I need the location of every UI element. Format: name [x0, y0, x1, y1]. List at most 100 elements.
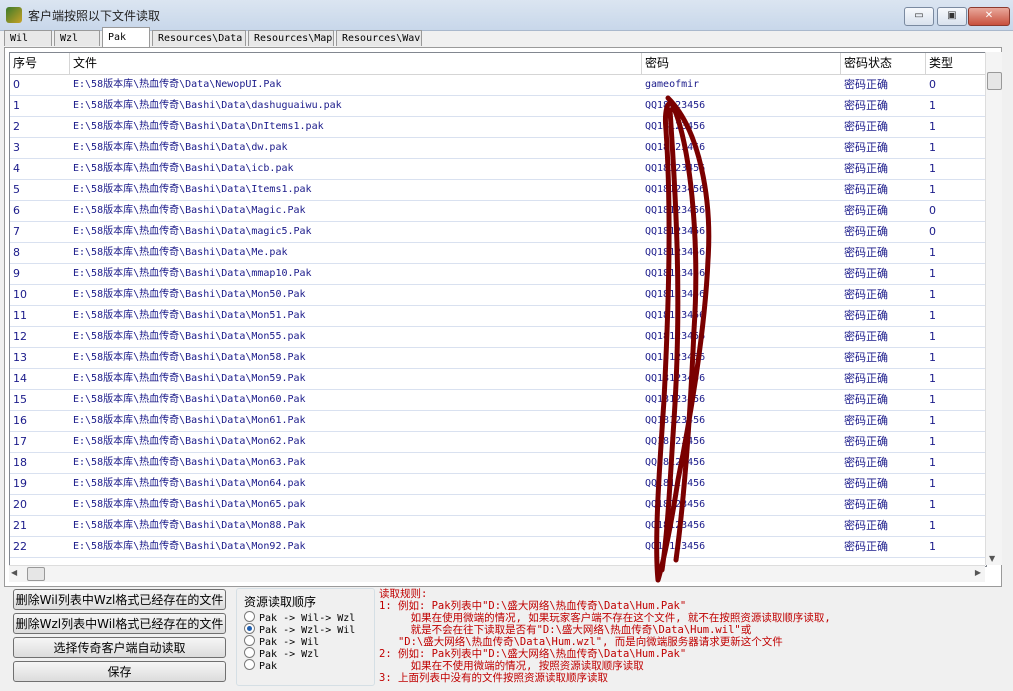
radio-pak-wzl-wil[interactable]: Pak -> Wzl-> Wil: [244, 623, 355, 636]
cell-file: E:\58版本库\热血传奇\Bashi\Data\Mon50.Pak: [73, 289, 306, 300]
scroll-left-arrow-icon[interactable]: ◀: [11, 568, 17, 577]
table-row[interactable]: 4 E:\58版本库\热血传奇\Bashi\Data\icb.pak QQ18123…: [10, 159, 986, 180]
cell-type: 1: [929, 540, 936, 553]
table-row[interactable]: 12 E:\58版本库\热血传奇\Bashi\Data\Mon55.pak QQ18…: [10, 327, 986, 348]
cell-index: 19: [13, 477, 27, 490]
radio-icon[interactable]: [244, 659, 255, 670]
cell-index: 16: [13, 414, 27, 427]
table-row[interactable]: 21 E:\58版本库\热血传奇\Bashi\Data\Mon88.Pak QQ18…: [10, 516, 986, 537]
table-row[interactable]: 6 E:\58版本库\热血传奇\Bashi\Data\Magic.Pak QQ181…: [10, 201, 986, 222]
table-row[interactable]: 0 E:\58版本库\热血传奇\Data\NewopUI.Pak gameofmir…: [10, 75, 986, 96]
cell-password-status: 密码正确: [844, 204, 888, 217]
table-row[interactable]: 7 E:\58版本库\热血传奇\Bashi\Data\magic5.Pak QQ18…: [10, 222, 986, 243]
tab-wil[interactable]: Wil: [4, 30, 52, 46]
minimize-button[interactable]: ▭: [904, 7, 934, 26]
column-header-password-status[interactable]: 密码状态: [841, 53, 926, 74]
horizontal-scroll-thumb[interactable]: [27, 567, 45, 581]
close-button[interactable]: ✕: [968, 7, 1010, 26]
table-row[interactable]: 11 E:\58版本库\热血传奇\Bashi\Data\Mon51.Pak QQ18…: [10, 306, 986, 327]
save-button[interactable]: 保存: [13, 661, 226, 682]
cell-password: QQ18123456: [645, 226, 706, 237]
column-header-index[interactable]: 序号: [10, 53, 70, 74]
table-row[interactable]: 15 E:\58版本库\热血传奇\Bashi\Data\Mon60.Pak QQ18…: [10, 390, 986, 411]
cell-password-status: 密码正确: [844, 393, 888, 406]
cell-index: 14: [13, 372, 27, 385]
cell-file: E:\58版本库\热血传奇\Bashi\Data\Mon55.pak: [73, 331, 306, 342]
cell-password-status: 密码正确: [844, 498, 888, 511]
table-row[interactable]: 14 E:\58版本库\热血传奇\Bashi\Data\Mon59.Pak QQ18…: [10, 369, 986, 390]
cell-password-status: 密码正确: [844, 456, 888, 469]
table-row[interactable]: 18 E:\58版本库\热血传奇\Bashi\Data\Mon63.Pak QQ18…: [10, 453, 986, 474]
delete-wil-button[interactable]: 删除Wil列表中Wzl格式已经存在的文件: [13, 589, 226, 610]
cell-password-status: 密码正确: [844, 120, 888, 133]
cell-file: E:\58版本库\热血传奇\Bashi\Data\dw.pak: [73, 142, 288, 153]
cell-index: 8: [13, 246, 20, 259]
cell-password-status: 密码正确: [844, 288, 888, 301]
maximize-button[interactable]: ▣: [937, 7, 967, 26]
tab-resources-wav[interactable]: Resources\Wav: [336, 30, 422, 46]
delete-wzl-button[interactable]: 删除Wzl列表中Wil格式已经存在的文件: [13, 613, 226, 634]
cell-file: E:\58版本库\热血传奇\Bashi\Data\Mon58.Pak: [73, 352, 306, 363]
table-row[interactable]: 16 E:\58版本库\热血传奇\Bashi\Data\Mon61.Pak QQ18…: [10, 411, 986, 432]
rules-line: 读取规则:: [379, 588, 428, 600]
cell-password: QQ18123456: [645, 541, 706, 552]
column-header-password[interactable]: 密码: [642, 53, 841, 74]
table-row[interactable]: 1 E:\58版本库\热血传奇\Bashi\Data\dashuguaiwu.pa…: [10, 96, 986, 117]
cell-file: E:\58版本库\热血传奇\Bashi\Data\Mon62.Pak: [73, 436, 306, 447]
cell-password: QQ18123456: [645, 520, 706, 531]
table-row[interactable]: 2 E:\58版本库\热血传奇\Bashi\Data\DnItems1.pak QQ…: [10, 117, 986, 138]
table-row[interactable]: 8 E:\58版本库\热血传奇\Bashi\Data\Me.pak QQ181234…: [10, 243, 986, 264]
cell-password-status: 密码正确: [844, 309, 888, 322]
table-row[interactable]: 19 E:\58版本库\热血传奇\Bashi\Data\Mon64.pak QQ18…: [10, 474, 986, 495]
tab-resources-data[interactable]: Resources\Data: [152, 30, 246, 46]
cell-password-status: 密码正确: [844, 246, 888, 259]
cell-type: 1: [929, 414, 936, 427]
cell-file: E:\58版本库\热血传奇\Bashi\Data\Magic.Pak: [73, 205, 306, 216]
column-header-type[interactable]: 类型: [926, 53, 986, 74]
scroll-down-arrow-icon[interactable]: ▼: [989, 554, 995, 563]
vertical-scroll-thumb[interactable]: [987, 72, 1002, 90]
rules-line: 2: 例如: Pak列表中"D:\盛大网络\热血传奇\Data\Hum.Pak": [379, 648, 687, 660]
scroll-right-arrow-icon[interactable]: ▶: [975, 568, 981, 577]
radio-icon[interactable]: [244, 647, 255, 658]
horizontal-scrollbar[interactable]: ◀ ▶: [9, 565, 985, 582]
cell-index: 6: [13, 204, 20, 217]
table-row[interactable]: 13 E:\58版本库\热血传奇\Bashi\Data\Mon58.Pak QQ18…: [10, 348, 986, 369]
cell-password-status: 密码正确: [844, 330, 888, 343]
radio-pak-wzl[interactable]: Pak -> Wzl: [244, 647, 319, 660]
table-row[interactable]: 22 E:\58版本库\热血传奇\Bashi\Data\Mon92.Pak QQ18…: [10, 537, 986, 558]
radio-pak-wil-wzl[interactable]: Pak -> Wil-> Wzl: [244, 611, 355, 624]
cell-type: 1: [929, 477, 936, 490]
cell-type: 1: [929, 519, 936, 532]
radio-icon[interactable]: [244, 611, 255, 622]
table-row[interactable]: 10 E:\58版本库\热血传奇\Bashi\Data\Mon50.Pak QQ18…: [10, 285, 986, 306]
cell-password: QQ18123456: [645, 184, 706, 195]
cell-type: 1: [929, 309, 936, 322]
file-list[interactable]: 序号 文件 密码 密码状态 类型 0 E:\58版本库\热血传奇\Data\New…: [9, 52, 987, 567]
table-row[interactable]: 9 E:\58版本库\热血传奇\Bashi\Data\mmap10.Pak QQ18…: [10, 264, 986, 285]
rules-line: 1: 例如: Pak列表中"D:\盛大网络\热血传奇\Data\Hum.Pak": [379, 600, 687, 612]
cell-file: E:\58版本库\热血传奇\Bashi\Data\DnItems1.pak: [73, 121, 324, 132]
tab-resources-map[interactable]: Resources\Map: [248, 30, 334, 46]
rules-line: 就是不会在往下读取是否有"D:\盛大网络\热血传奇\Data\Hum.wil"或: [379, 624, 752, 636]
tab-pak[interactable]: Pak: [102, 27, 150, 47]
cell-type: 0: [929, 78, 936, 91]
select-client-button[interactable]: 选择传奇客户端自动读取: [13, 637, 226, 658]
cell-index: 18: [13, 456, 27, 469]
radio-checked-icon[interactable]: [244, 623, 255, 634]
list-header: 序号 文件 密码 密码状态 类型: [10, 53, 986, 75]
cell-file: E:\58版本库\热血传奇\Bashi\Data\Mon92.Pak: [73, 541, 306, 552]
table-row[interactable]: 17 E:\58版本库\热血传奇\Bashi\Data\Mon62.Pak QQ18…: [10, 432, 986, 453]
table-row[interactable]: 5 E:\58版本库\热血传奇\Bashi\Data\Items1.pak QQ18…: [10, 180, 986, 201]
column-header-file[interactable]: 文件: [70, 53, 642, 74]
cell-file: E:\58版本库\热血传奇\Bashi\Data\Mon59.Pak: [73, 373, 306, 384]
radio-pak-only[interactable]: Pak: [244, 659, 277, 672]
cell-file: E:\58版本库\热血传奇\Bashi\Data\Mon63.Pak: [73, 457, 306, 468]
table-row[interactable]: 20 E:\58版本库\热血传奇\Bashi\Data\Mon65.pak QQ18…: [10, 495, 986, 516]
radio-pak-wil[interactable]: Pak -> Wil: [244, 635, 319, 648]
vertical-scrollbar[interactable]: ▼: [985, 52, 1002, 565]
tab-wzl[interactable]: Wzl: [54, 30, 100, 46]
cell-password-status: 密码正确: [844, 435, 888, 448]
radio-icon[interactable]: [244, 635, 255, 646]
table-row[interactable]: 3 E:\58版本库\热血传奇\Bashi\Data\dw.pak QQ181234…: [10, 138, 986, 159]
